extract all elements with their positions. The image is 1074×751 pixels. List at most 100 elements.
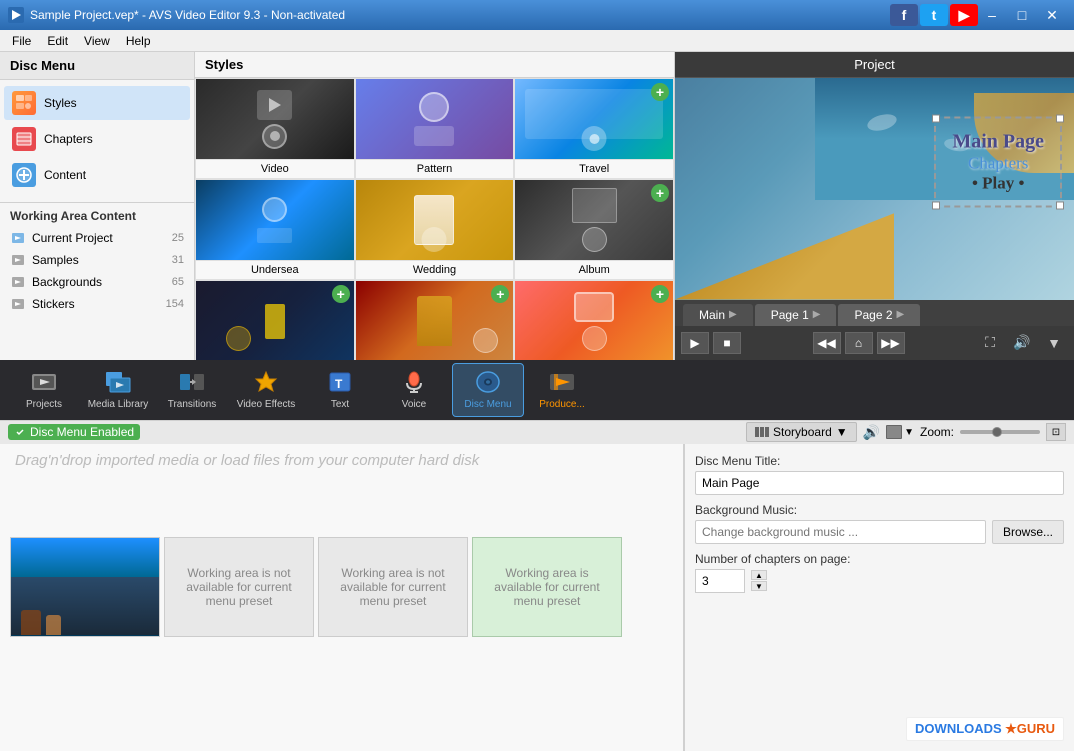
handle-bl [932,202,940,210]
working-item-backgrounds[interactable]: Backgrounds 65 [0,271,194,293]
disc-title-input[interactable] [695,471,1064,495]
timeline-thumb-ocean[interactable] [10,537,160,637]
style-label-video: Video [196,159,354,178]
content-icon [12,163,36,187]
tab-page2[interactable]: Page 2 ▶ [838,304,920,326]
check-icon [14,426,26,438]
play-button[interactable]: ▶ [681,332,709,354]
content-label: Content [44,168,86,182]
nav-content[interactable]: Content [4,158,190,192]
style-item-album[interactable]: + Album [514,179,674,280]
bg-music-input[interactable] [695,520,986,544]
watermark-text: DOWNLOADS [915,721,1002,736]
zoom-slider[interactable] [960,430,1040,434]
menu-view[interactable]: View [76,32,118,50]
toolbar-disc-menu[interactable]: Disc Menu [452,363,524,417]
toolbar-transitions[interactable]: Transitions [156,363,228,417]
working-item-stickers[interactable]: Stickers 154 [0,293,194,315]
toolbar-produce[interactable]: Produce... [526,363,598,417]
social-icons: f t ▶ [890,4,978,26]
disc-menu-header: Disc Menu [0,52,194,80]
fit-button[interactable]: ⊡ [1046,423,1066,441]
home-button[interactable]: ⌂ [845,332,873,354]
working-item-current-project[interactable]: Current Project 25 [0,227,194,249]
chapters-section: Number of chapters on page: ▲ ▼ [695,552,1064,593]
tab-main[interactable]: Main ▶ [683,304,753,326]
menu-edit[interactable]: Edit [39,32,76,50]
style-label-travel: Travel [515,159,673,178]
tab-arrow-main: ▶ [729,309,737,320]
center-panel: Styles [195,52,675,360]
disc-title-label: Disc Menu Title: [695,454,1064,468]
fullscreen-button[interactable]: ⛶ [976,332,1004,354]
style-item-video[interactable]: Video [195,78,355,179]
tab-page1[interactable]: Page 1 ▶ [755,304,837,326]
left-panel: Disc Menu Styles Chapters [0,52,195,360]
svg-text:T: T [335,377,343,391]
toolbar-voice[interactable]: Voice [378,363,450,417]
current-project-icon [10,230,26,246]
style-item-wedding[interactable]: Wedding [355,179,515,280]
style-item-undersea[interactable]: Undersea [195,179,355,280]
toolbar-projects[interactable]: Projects [8,363,80,417]
styles-icon [12,91,36,115]
toolbar-video-effects[interactable]: Video Effects [230,363,302,417]
voice-label: Voice [402,399,426,410]
chapters-input[interactable] [695,569,745,593]
style-item-cake[interactable]: + Cake [514,280,674,360]
style-label-pattern: Pattern [356,159,514,178]
preview-chapters: Chapters [952,154,1044,174]
working-item-samples[interactable]: Samples 31 [0,249,194,271]
title-bar-text: Sample Project.vep* - AVS Video Editor 9… [30,8,890,22]
next-button[interactable]: ▶▶ [877,332,905,354]
disc-menu-label: Disc Menu [464,399,511,410]
styles-grid-container[interactable]: Video Pattern [195,78,674,360]
chapters-decrement[interactable]: ▼ [751,581,767,591]
travel-plus-icon: + [651,83,669,101]
storyboard-controls: Storyboard ▼ 🔊 ▼ Zoom: ⊡ [746,422,1066,442]
chapters-spinner: ▲ ▼ [751,570,767,591]
style-item-beaujolais[interactable]: + Beaujolais nouveau [355,280,515,360]
prev-button[interactable]: ◀◀ [813,332,841,354]
storyboard-button[interactable]: Storyboard ▼ [746,422,857,442]
current-project-count: 25 [172,232,184,244]
view-toggle[interactable]: ▼ [886,425,914,439]
toolbar-media-library[interactable]: Media Library [82,363,154,417]
preview-main-page: Main Page [952,131,1044,154]
menu-help[interactable]: Help [118,32,159,50]
text-icon: T [325,369,355,395]
settings-button[interactable]: ▼ [1040,332,1068,354]
close-button[interactable]: ✕ [1038,4,1066,26]
chapters-increment[interactable]: ▲ [751,570,767,580]
text-label: Text [331,399,349,410]
tab-arrow-page1: ▶ [813,309,821,320]
properties-panel: Disc Menu Title: Background Music: Brows… [684,444,1074,751]
app-icon [8,7,24,23]
browse-button[interactable]: Browse... [992,520,1064,544]
disc-enabled-badge: Disc Menu Enabled [8,424,140,440]
style-item-pattern[interactable]: Pattern [355,78,515,179]
menu-file[interactable]: File [4,32,39,50]
twitter-icon[interactable]: t [920,4,948,26]
style-item-travel[interactable]: + Travel [514,78,674,179]
bg-music-section: Background Music: Browse... [695,503,1064,544]
stickers-count: 154 [166,298,184,310]
view-dropdown-icon: ▼ [904,427,914,438]
menu-bar: File Edit View Help [0,30,1074,52]
style-item-saints[interactable]: + All Saints' Day [195,280,355,360]
minimize-button[interactable]: – [978,4,1006,26]
facebook-icon[interactable]: f [890,4,918,26]
projects-label: Projects [26,399,62,410]
toolbar-text[interactable]: T Text [304,363,376,417]
volume-button[interactable]: 🔊 [1008,332,1036,354]
maximize-button[interactable]: □ [1008,4,1036,26]
video-effects-icon [251,369,281,395]
youtube-icon[interactable]: ▶ [950,4,978,26]
stop-button[interactable]: ■ [713,332,741,354]
zoom-thumb [992,427,1002,437]
media-library-icon [103,369,133,395]
style-label-undersea: Undersea [196,260,354,279]
backgrounds-label: Backgrounds [32,275,102,289]
nav-styles[interactable]: Styles [4,86,190,120]
nav-chapters[interactable]: Chapters [4,122,190,156]
